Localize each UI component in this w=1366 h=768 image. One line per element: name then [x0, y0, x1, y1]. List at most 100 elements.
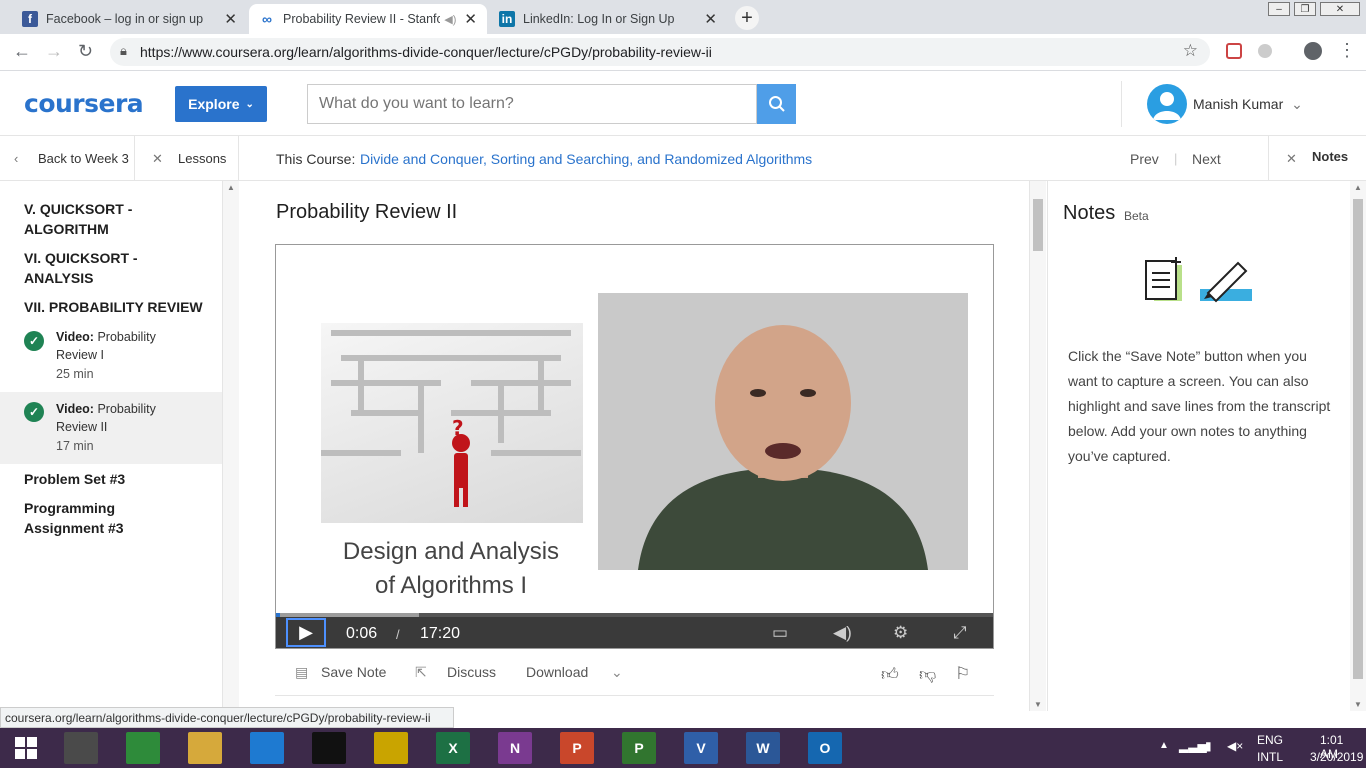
reload-icon[interactable]: ↻: [78, 41, 93, 62]
store-icon[interactable]: [126, 732, 160, 764]
chevron-down-icon: ⌄: [1291, 96, 1303, 112]
programming-assignment-link[interactable]: Programming Assignment #3: [24, 498, 124, 538]
download-button[interactable]: Download: [526, 664, 588, 680]
minimize-button[interactable]: –: [1268, 2, 1290, 16]
section-probability-review[interactable]: VII. PROBABILITY REVIEW: [24, 297, 203, 317]
back-to-week-link[interactable]: Back to Week 3: [38, 151, 129, 166]
coursera-logo[interactable]: coursera: [24, 89, 144, 118]
maximize-button[interactable]: ❐: [1294, 2, 1316, 16]
tab-title: Facebook – log in or sign up: [46, 12, 204, 26]
windows-taskbar: XNPPVWO ▲ ▂▃▅ ▮ ◀× ENG INTL 1:01 AM 3/20…: [0, 728, 1366, 768]
project-icon[interactable]: P: [622, 732, 656, 764]
sidebar-scrollbar[interactable]: ▲: [222, 181, 239, 711]
windows-start-icon[interactable]: [8, 732, 44, 764]
video-controls: ▶ 0:06 / 17:20 ▭ ◀) ⚙ ⤢: [276, 617, 993, 648]
video-actions-bar: ▤ Save Note ⇱ Discuss Download ⌄ 👍︎ 👎︎ ⚐: [275, 650, 994, 696]
time-separator: /: [396, 627, 400, 642]
svg-text:?: ?: [452, 416, 464, 440]
volume-muted-icon[interactable]: ◀×: [1227, 739, 1243, 753]
menu-kebab-icon[interactable]: ⋮: [1338, 40, 1356, 61]
close-notes-icon[interactable]: ✕: [1286, 151, 1297, 167]
onenote-icon[interactable]: N: [498, 732, 532, 764]
close-window-button[interactable]: ✕: [1320, 2, 1360, 16]
outlook-icon[interactable]: O: [808, 732, 842, 764]
tab-linkedin[interactable]: in LinkedIn: Log In or Sign Up ✕: [489, 4, 727, 34]
note-document-icon: [1145, 257, 1182, 301]
item-duration: 25 min: [56, 367, 94, 381]
cmd-icon[interactable]: [312, 732, 346, 764]
language-intl[interactable]: INTL: [1257, 750, 1283, 764]
settings-gear-icon[interactable]: ⚙: [893, 623, 908, 643]
user-icon: [1153, 92, 1181, 120]
item-title: Video: Probability Review II: [56, 400, 156, 436]
close-tab-icon[interactable]: ✕: [224, 10, 237, 28]
thumbs-down-icon[interactable]: 👎︎: [919, 664, 936, 685]
notes-tab[interactable]: Notes: [1312, 149, 1348, 164]
network-icon[interactable]: ▂▃▅: [1179, 739, 1207, 753]
scroll-up-icon[interactable]: ▲: [1354, 183, 1362, 192]
list-item-video-selected[interactable]: ✓ Video: Probability Review II 17 min: [0, 392, 222, 464]
tab-coursera[interactable]: ∞ Probability Review II - Stanfo ◀) ✕: [249, 4, 487, 34]
powerpoint-icon[interactable]: P: [560, 732, 594, 764]
close-tab-icon[interactable]: ✕: [704, 10, 717, 28]
word-icon[interactable]: W: [746, 732, 780, 764]
thumbs-up-icon[interactable]: 👍︎: [881, 664, 899, 685]
pocket-extension-icon[interactable]: [1226, 43, 1242, 59]
section-quicksort-analysis[interactable]: VI. QUICKSORT - ANALYSIS: [24, 248, 138, 288]
scroll-up-icon[interactable]: ▲: [227, 183, 235, 192]
save-note-button[interactable]: Save Note: [321, 664, 386, 680]
notes-scrollbar[interactable]: ▲ ▼: [1350, 181, 1366, 711]
search-button[interactable]: [757, 84, 796, 124]
subtitles-icon[interactable]: ▭: [772, 623, 788, 643]
app-icon[interactable]: [374, 732, 408, 764]
clock-date[interactable]: 3/20/2019: [1310, 750, 1363, 764]
close-tab-icon[interactable]: ✕: [464, 10, 477, 28]
tray-arrow-icon[interactable]: ▲: [1159, 740, 1169, 751]
chrome-icon[interactable]: [64, 732, 98, 764]
scroll-down-icon[interactable]: ▼: [1354, 700, 1362, 709]
lessons-toggle[interactable]: Lessons: [178, 151, 226, 166]
extension-icon[interactable]: [1258, 44, 1272, 58]
visio-icon[interactable]: V: [684, 732, 718, 764]
user-menu[interactable]: Manish Kumar ⌄: [1193, 96, 1303, 113]
file-explorer-icon[interactable]: [188, 732, 222, 764]
new-tab-button[interactable]: +: [735, 6, 759, 30]
chevron-down-icon[interactable]: ⌄: [611, 664, 623, 681]
volume-icon[interactable]: ◀): [833, 623, 852, 643]
avatar[interactable]: [1147, 84, 1187, 124]
flag-icon[interactable]: ⚐: [955, 664, 970, 684]
scroll-down-icon[interactable]: ▼: [1034, 700, 1042, 709]
video-player[interactable]: ? Design and Analysis of Algorithms I ▶ …: [275, 244, 994, 649]
excel-icon[interactable]: X: [436, 732, 470, 764]
address-bar[interactable]: 🔒︎ https://www.coursera.org/learn/algori…: [110, 38, 1210, 66]
prev-button[interactable]: Prev: [1130, 151, 1159, 167]
course-title-link[interactable]: Divide and Conquer, Sorting and Searchin…: [360, 151, 812, 167]
back-arrow-icon[interactable]: ←: [13, 41, 31, 62]
internet-explorer-icon[interactable]: [250, 732, 284, 764]
content-scrollbar[interactable]: ▼: [1029, 181, 1046, 711]
scrollbar-thumb[interactable]: [1033, 199, 1043, 251]
forward-arrow-icon[interactable]: →: [45, 41, 63, 62]
list-item-video[interactable]: ✓ Video: Probability Review I 25 min: [0, 321, 222, 393]
search-input[interactable]: What do you want to learn?: [307, 84, 757, 124]
tab-facebook[interactable]: f Facebook – log in or sign up ✕: [12, 4, 247, 34]
next-button[interactable]: Next: [1192, 151, 1221, 167]
language-eng[interactable]: ENG: [1257, 733, 1283, 747]
bookmark-star-icon[interactable]: ☆: [1183, 41, 1198, 61]
section-quicksort-algorithm[interactable]: V. QUICKSORT - ALGORITHM: [24, 199, 132, 239]
discuss-button[interactable]: Discuss: [447, 664, 496, 680]
slide-title: Design and Analysis of Algorithms I: [321, 535, 581, 603]
section-label: Problem Set #3: [24, 471, 126, 487]
battery-icon[interactable]: ▮: [1205, 739, 1212, 753]
divider: [134, 136, 135, 181]
speaker-icon[interactable]: ◀): [444, 13, 456, 26]
problem-set-link[interactable]: Problem Set #3: [24, 469, 125, 489]
fullscreen-icon[interactable]: ⤢: [953, 623, 967, 643]
facebook-icon: f: [22, 11, 38, 27]
item-duration: 17 min: [56, 439, 94, 453]
close-icon[interactable]: ✕: [152, 151, 163, 167]
explore-button[interactable]: Explore ⌄: [175, 86, 267, 122]
play-button[interactable]: ▶: [286, 618, 326, 647]
scrollbar-thumb[interactable]: [1353, 199, 1363, 679]
profile-icon[interactable]: [1304, 42, 1322, 60]
